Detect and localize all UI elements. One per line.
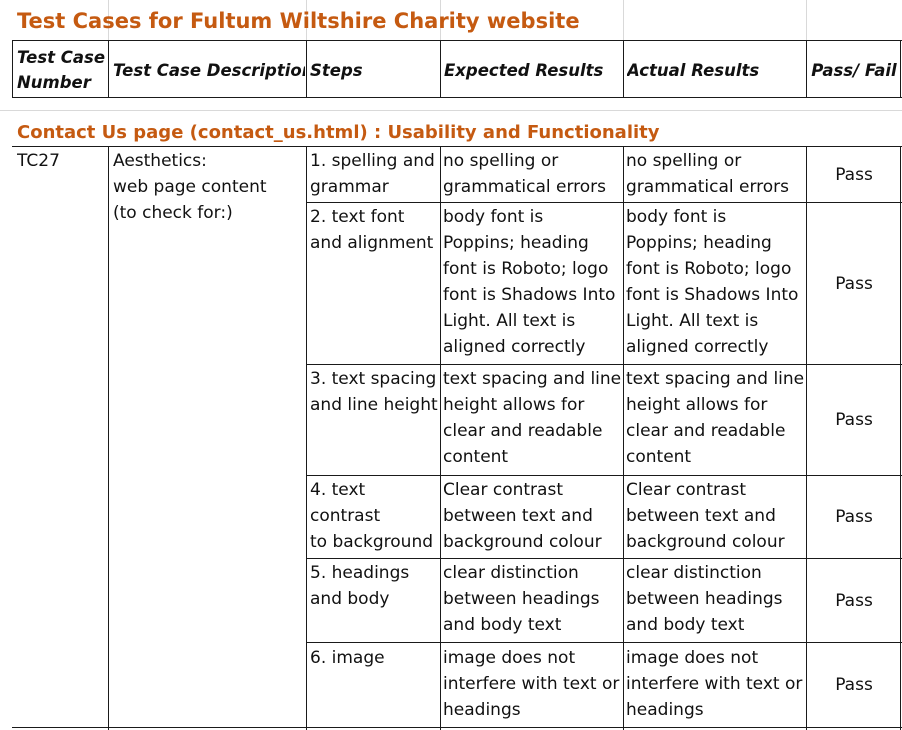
- result-cell[interactable]: Pass: [807, 588, 901, 616]
- expected-cell[interactable]: clear distinction between headings and b…: [443, 560, 623, 640]
- actual-cell[interactable]: no spelling or grammatical errors: [626, 148, 806, 201]
- step-cell[interactable]: 6. image: [310, 645, 440, 725]
- border-line: [12, 40, 902, 41]
- border-line: [108, 146, 109, 730]
- sheet-title[interactable]: Test Cases for Fultum Wiltshire Charity …: [17, 8, 877, 40]
- border-line: [306, 202, 902, 203]
- test-case-description[interactable]: Aesthetics: web page content (to check f…: [113, 148, 305, 230]
- expected-cell[interactable]: text spacing and line height allows for …: [443, 366, 623, 474]
- actual-cell[interactable]: image does not interfere with text or he…: [626, 645, 806, 725]
- header-number-line2: Number: [17, 73, 91, 92]
- header-pass-fail[interactable]: Pass/ Fail: [807, 58, 901, 86]
- actual-cell[interactable]: Clear contrast between text and backgrou…: [626, 477, 806, 557]
- expected-cell[interactable]: no spelling or grammatical errors: [443, 148, 623, 201]
- border-line: [306, 364, 902, 365]
- actual-cell[interactable]: body font is Poppins; heading font is Ro…: [626, 204, 806, 362]
- border-line: [12, 97, 902, 98]
- step-cell[interactable]: 5. headings and body: [310, 560, 440, 640]
- header-number-line1: Test Case: [17, 48, 106, 67]
- header-actual[interactable]: Actual Results: [627, 58, 803, 86]
- result-cell[interactable]: Pass: [807, 162, 901, 190]
- border-line: [306, 40, 307, 98]
- border-line: [306, 475, 902, 476]
- spreadsheet-grid: Test Cases for Fultum Wiltshire Charity …: [0, 0, 902, 730]
- step-cell[interactable]: 3. text spacing and line height: [310, 366, 440, 474]
- border-line: [440, 40, 441, 98]
- header-steps[interactable]: Steps: [310, 58, 438, 86]
- step-cell[interactable]: 4. text contrast to background: [310, 477, 440, 557]
- result-cell[interactable]: Pass: [807, 271, 901, 299]
- test-case-number[interactable]: TC27: [17, 148, 107, 178]
- border-line: [623, 40, 624, 98]
- result-cell[interactable]: Pass: [807, 504, 901, 532]
- border-line: [12, 146, 902, 147]
- expected-cell[interactable]: image does not interfere with text or he…: [443, 645, 623, 725]
- border-line: [108, 40, 109, 98]
- border-line: [306, 642, 902, 643]
- header-test-case-number[interactable]: Test Case Number: [17, 45, 107, 97]
- border-line: [306, 558, 902, 559]
- expected-cell[interactable]: Clear contrast between text and backgrou…: [443, 477, 623, 557]
- border-line: [806, 40, 807, 98]
- step-cell[interactable]: 1. spelling and grammar: [310, 148, 440, 201]
- expected-cell[interactable]: body font is Poppins; heading font is Ro…: [443, 204, 623, 362]
- result-cell[interactable]: Pass: [807, 672, 901, 700]
- result-cell[interactable]: Pass: [807, 407, 901, 435]
- border-line: [12, 727, 902, 728]
- actual-cell[interactable]: text spacing and line height allows for …: [626, 366, 806, 474]
- border-line: [12, 40, 13, 98]
- header-description[interactable]: Test Case Description: [113, 58, 305, 86]
- border-line: [900, 40, 901, 98]
- actual-cell[interactable]: clear distinction between headings and b…: [626, 560, 806, 640]
- section-heading[interactable]: Contact Us page (contact_us.html) : Usab…: [17, 120, 877, 146]
- header-expected[interactable]: Expected Results: [444, 58, 620, 86]
- step-cell[interactable]: 2. text font and alignment: [310, 204, 440, 362]
